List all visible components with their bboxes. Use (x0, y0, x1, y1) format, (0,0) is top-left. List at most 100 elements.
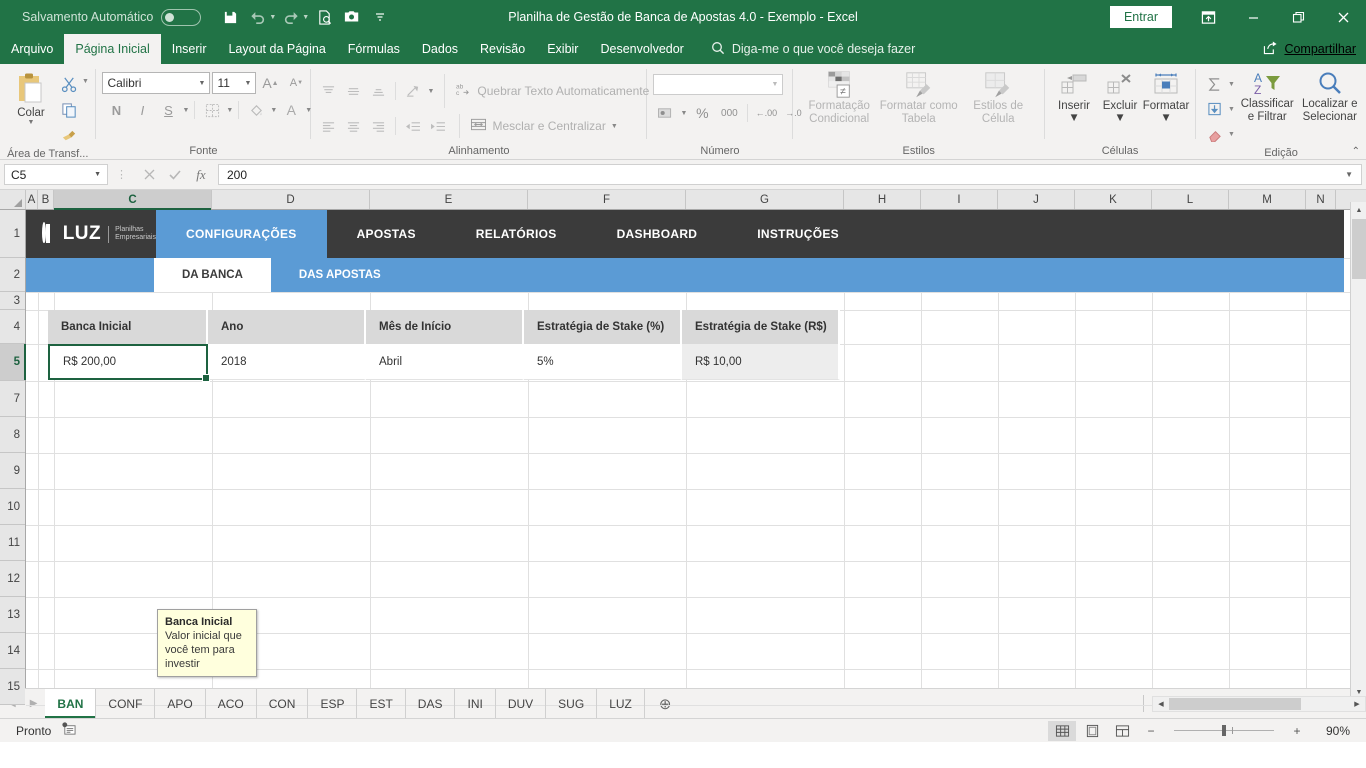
vertical-scroll-thumb[interactable] (1352, 219, 1366, 279)
column-header-n[interactable]: N (1306, 190, 1336, 209)
copy-icon[interactable] (56, 98, 82, 122)
italic-button[interactable]: I (130, 99, 154, 121)
next-sheet-icon[interactable]: ▶ (30, 698, 38, 709)
fill-color-icon[interactable] (244, 99, 268, 121)
delete-cells-button[interactable]: Excluir ▼ (1097, 70, 1143, 124)
format-as-table-button[interactable]: Formatar como Tabela (880, 70, 958, 126)
row-header-15[interactable]: 15 (0, 669, 25, 705)
merge-center-button[interactable]: Mesclar e Centralizar ▼ (470, 117, 618, 135)
autosum-caret-icon[interactable]: ▼ (1228, 81, 1235, 88)
row-header-2[interactable]: 2 (0, 258, 25, 292)
fill-caret-icon[interactable]: ▼ (1228, 106, 1235, 113)
vertical-scrollbar[interactable]: ▲ ▼ (1350, 202, 1366, 700)
fill-color-caret-icon[interactable]: ▼ (270, 107, 277, 114)
comma-style-button[interactable]: 000 (717, 102, 741, 124)
scroll-left-icon[interactable]: ◀ (1153, 697, 1169, 711)
paste-button[interactable]: Colar ▼ (6, 68, 56, 127)
currency-caret-icon[interactable]: ▼ (680, 110, 687, 117)
format-cells-button[interactable]: Formatar ▼ (1143, 70, 1189, 124)
sheet-tab-esp[interactable]: ESP (308, 689, 358, 718)
redo-icon[interactable] (278, 4, 304, 30)
percent-style-button[interactable]: % (690, 102, 714, 124)
sigma-icon[interactable] (1202, 72, 1228, 96)
add-sheet-button[interactable]: ⊕ (645, 689, 686, 718)
align-right-icon[interactable] (367, 116, 389, 137)
chevron-down-icon[interactable]: ▼ (237, 80, 252, 87)
orientation-icon[interactable] (402, 81, 424, 102)
select-all-button[interactable] (0, 190, 26, 209)
merge-caret-icon[interactable]: ▼ (611, 123, 618, 130)
horizontal-scroll-thumb[interactable] (1169, 697, 1301, 710)
page-layout-view-icon[interactable] (1078, 721, 1106, 741)
align-middle-icon[interactable] (342, 81, 364, 102)
close-icon[interactable] (1321, 0, 1366, 34)
clear-caret-icon[interactable]: ▼ (1228, 131, 1235, 138)
nav-item-apostas[interactable]: APOSTAS (327, 210, 446, 258)
fill-down-icon[interactable] (1202, 97, 1228, 121)
undo-icon[interactable] (245, 4, 271, 30)
font-color-icon[interactable]: A (279, 99, 303, 121)
sheet-tab-con[interactable]: CON (257, 689, 309, 718)
row-header-12[interactable]: 12 (0, 561, 25, 597)
row-header-5[interactable]: 5 (0, 344, 26, 381)
align-top-icon[interactable] (317, 81, 339, 102)
tell-me-search[interactable]: Diga-me o que você deseja fazer (711, 34, 915, 64)
share-button[interactable]: Compartilhar (1263, 34, 1356, 64)
cell-styles-button[interactable]: Estilos de Célula (959, 70, 1037, 126)
sheet-tab-ini[interactable]: INI (455, 689, 496, 718)
horizontal-scrollbar[interactable]: ◀ ▶ (1152, 695, 1366, 712)
borders-icon[interactable] (200, 99, 224, 121)
decrease-indent-icon[interactable] (402, 116, 424, 137)
row-header-9[interactable]: 9 (0, 453, 25, 489)
confirm-icon[interactable] (162, 164, 188, 186)
sheet-tab-aco[interactable]: ACO (206, 689, 257, 718)
nav-item-instrucoes[interactable]: INSTRUÇÕES (727, 210, 869, 258)
name-box[interactable]: C5 ▼ (4, 164, 108, 185)
chevron-down-icon[interactable]: ▼ (191, 80, 206, 87)
row-header-13[interactable]: 13 (0, 597, 25, 633)
camera-icon[interactable] (339, 4, 365, 30)
cell-ano[interactable]: 2018 (208, 344, 366, 380)
column-header-f[interactable]: F (528, 190, 686, 209)
number-format-combo[interactable]: ▼ (653, 74, 784, 95)
subtab-das-apostas[interactable]: DAS APOSTAS (271, 258, 409, 292)
page-break-view-icon[interactable] (1108, 721, 1136, 741)
ribbon-tab-dados[interactable]: Dados (411, 34, 469, 64)
insert-function-icon[interactable]: fx (188, 164, 214, 186)
ribbon-tab-inserir[interactable]: Inserir (161, 34, 218, 64)
ribbon-tab-pagina-inicial[interactable]: Página Inicial (64, 34, 161, 64)
column-header-k[interactable]: K (1075, 190, 1152, 209)
cell-estrategia-stake-pct[interactable]: 5% (524, 344, 682, 380)
row-header-10[interactable]: 10 (0, 489, 25, 525)
ribbon-tab-arquivo[interactable]: Arquivo (0, 34, 64, 64)
ribbon-tab-layout-da-pagina[interactable]: Layout da Página (217, 34, 336, 64)
sign-in-button[interactable]: Entrar (1109, 6, 1172, 28)
column-header-d[interactable]: D (212, 190, 370, 209)
row-header-14[interactable]: 14 (0, 633, 25, 669)
sheet-tab-luz[interactable]: LUZ (597, 689, 645, 718)
format-caret-icon[interactable]: ▼ (1160, 112, 1171, 124)
sort-filter-button[interactable]: A Z Classificar e Filtrar (1237, 70, 1298, 124)
save-icon[interactable] (217, 4, 243, 30)
autosave-control[interactable]: Salvamento Automático (22, 8, 202, 26)
conditional-formatting-button[interactable]: ≠ Formatação Condicional (800, 70, 878, 126)
cell-banca-inicial[interactable]: R$ 200,00 (48, 344, 210, 382)
zoom-slider-thumb[interactable] (1222, 725, 1226, 736)
ribbon-tab-exibir[interactable]: Exibir (536, 34, 589, 64)
bold-button[interactable]: N (104, 99, 128, 121)
cancel-icon[interactable] (136, 164, 162, 186)
insert-cells-button[interactable]: Inserir ▼ (1051, 70, 1097, 124)
zoom-out-button[interactable]: − (1138, 724, 1164, 738)
align-left-icon[interactable] (317, 116, 339, 137)
column-header-b[interactable]: B (38, 190, 54, 209)
nav-item-configuracoes[interactable]: CONFIGURAÇÕES (156, 210, 327, 258)
redo-caret-icon[interactable]: ▼ (302, 14, 309, 21)
zoom-level-label[interactable]: 90% (1312, 724, 1350, 738)
column-header-l[interactable]: L (1152, 190, 1229, 209)
font-name-combo[interactable]: Calibri ▼ (102, 72, 211, 94)
find-select-button[interactable]: Localizar e Selecionar (1300, 70, 1361, 124)
scroll-right-icon[interactable]: ▶ (1349, 697, 1365, 711)
increase-font-size-icon[interactable]: A ▲ (258, 72, 282, 94)
wrap-text-button[interactable]: ab c Quebrar Texto Automaticamente (455, 82, 649, 100)
column-header-e[interactable]: E (370, 190, 528, 209)
